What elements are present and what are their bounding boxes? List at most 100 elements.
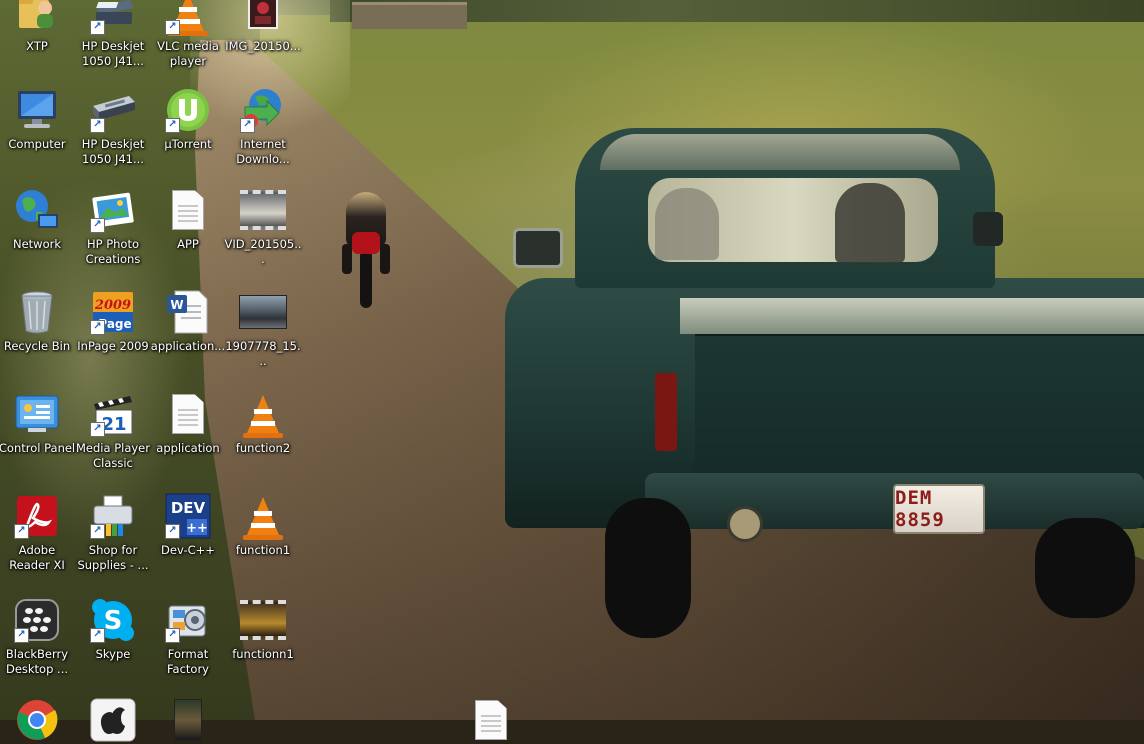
desktop-icon-label: Internet Downlo... [236,137,290,166]
svg-text:21: 21 [101,414,126,435]
desktop-icon-blackberry[interactable]: ↗ BlackBerry Desktop ... [0,596,76,677]
shortcut-arrow-icon: ↗ [165,524,180,539]
desktop-icon-hp-deskjet-2[interactable]: ↗ HP Deskjet 1050 J41... [74,86,152,167]
desktop-icon-chrome-partial[interactable] [0,696,76,744]
desktop-icon-label: HP Deskjet 1050 J41... [81,39,145,68]
desktop-icon-label: Control Panel [0,441,76,455]
shortcut-arrow-icon: ↗ [14,628,29,643]
svg-text:2009: 2009 [94,298,131,313]
shortcut-arrow-icon: ↗ [240,118,255,133]
recycle-bin-icon [13,288,61,336]
svg-text:DEV: DEV [171,499,206,517]
desktop-icon-internet-download-manager[interactable]: ↗ Internet Downlo... [224,86,302,167]
desktop-icon-label: function1 [235,543,291,557]
word-doc-icon: W [164,288,212,336]
desktop-icon-photo-partial[interactable] [149,696,227,744]
desktop-icon-apple-partial[interactable] [74,696,152,744]
desktop-icon-label: APP [177,237,199,251]
desktop-icon-app[interactable]: APP [149,186,227,252]
scanner-icon: ↗ [89,86,137,134]
skype-icon: S ↗ [89,596,137,644]
shortcut-arrow-icon: ↗ [14,524,29,539]
shortcut-arrow-icon: ↗ [90,320,105,335]
svg-text:W: W [170,298,183,312]
photo-thumbnail-icon [239,288,287,336]
desktop-icon-label: 1907778_15... [225,339,301,368]
shortcut-arrow-icon: ↗ [165,118,180,133]
desktop-icon-shop-for-supplies[interactable]: ↗ Shop for Supplies - ... [74,492,152,573]
desktop-icon-recycle-bin[interactable]: Recycle Bin [0,288,76,354]
desktop-icon-vid-201505[interactable]: VID_201505... [224,186,302,267]
desktop-icon-hp-photo-creations[interactable]: ↗ HP Photo Creations [74,186,152,267]
desktop-icon-file-partial[interactable] [452,696,530,744]
desktop-icon-media-player-classic[interactable]: 21 ↗ Media Player Classic [74,390,152,471]
network-globe-icon [13,186,61,234]
image-file-icon [239,0,287,36]
photo-icon: ↗ [89,186,137,234]
desktop-icon-inpage-2009[interactable]: 2009 Page ↗ InPage 2009 [74,288,152,354]
desktop-icon-application[interactable]: application [149,390,227,456]
shortcut-arrow-icon: ↗ [90,118,105,133]
shortcut-arrow-icon: ↗ [90,524,105,539]
desktop-icon-function2[interactable]: function2 [224,390,302,456]
desktop-icon-label: Recycle Bin [3,339,71,353]
inpage-icon: 2009 Page ↗ [89,288,137,336]
desktop-icon-label: VLC media player [157,39,219,68]
shortcut-arrow-icon: ↗ [90,422,105,437]
dev-cpp-icon: DEV ++ ↗ [164,492,212,540]
desktop-icon-label: application... [150,339,226,353]
blackberry-icon: ↗ [13,596,61,644]
svg-text:++: ++ [186,521,208,536]
adobe-reader-icon: ↗ [13,492,61,540]
photo-thumbnail-icon [164,696,212,744]
vlc-cone-icon: ↗ [164,0,212,36]
desktop-icon-label: functionn1 [232,647,294,661]
shortcut-arrow-icon: ↗ [90,218,105,233]
computer-icon [13,86,61,134]
hp-supplies-icon: ↗ [89,492,137,540]
desktop-icon-label: Skype [95,647,131,661]
desktop-icon-label: VID_201505... [224,237,302,266]
desktop-icon-label: IMG_20150... [225,39,301,53]
idm-globe-icon: ↗ [239,86,287,134]
desktop-icon-label: HP Deskjet 1050 J41... [81,137,145,166]
desktop-icon-control-panel[interactable]: Control Panel [0,390,76,456]
text-file-icon [467,696,515,744]
desktop-icon-functionn1[interactable]: functionn1 [224,596,302,662]
printer-icon: ↗ [89,0,137,36]
desktop-icon-xtp[interactable]: XTP [0,0,76,54]
desktop-icon-utorrent[interactable]: ↗ µTorrent [149,86,227,152]
desktop-icon-label: HP Photo Creations [85,237,141,266]
format-factory-icon: ↗ [164,596,212,644]
desktop: XTP Computer Network Recycle Bin Control… [0,0,1144,742]
desktop-icon-dev-cpp[interactable]: DEV ++ ↗ Dev-C++ [149,492,227,558]
desktop-icon-vlc[interactable]: ↗ VLC media player [149,0,227,69]
vlc-cone-icon [239,492,287,540]
desktop-icon-format-factory[interactable]: ↗ Format Factory [149,596,227,677]
desktop-icon-adobe-reader[interactable]: ↗ Adobe Reader XI [0,492,76,573]
desktop-icon-label: Dev-C++ [161,543,215,557]
media-player-classic-icon: 21 ↗ [89,390,137,438]
shortcut-arrow-icon: ↗ [165,20,180,35]
desktop-icon-img-2015[interactable]: IMG_20150... [224,0,302,54]
desktop-icon-label: Media Player Classic [76,441,150,470]
desktop-icon-computer[interactable]: Computer [0,86,76,152]
utorrent-icon: ↗ [164,86,212,134]
desktop-icon-label: application [156,441,220,455]
desktop-icon-application-doc[interactable]: W application... [149,288,227,354]
vlc-cone-icon [239,390,287,438]
desktop-icon-network[interactable]: Network [0,186,76,252]
desktop-icon-hp-deskjet-1[interactable]: ↗ HP Deskjet 1050 J41... [74,0,152,69]
text-file-icon [164,390,212,438]
desktop-icon-label: function2 [235,441,291,455]
desktop-icon-label: Adobe Reader XI [9,543,65,572]
apple-icon [89,696,137,744]
shortcut-arrow-icon: ↗ [165,628,180,643]
desktop-icon-label: Format Factory [166,647,209,676]
desktop-icon-skype[interactable]: S ↗ Skype [74,596,152,662]
desktop-icon-label: Computer [8,137,66,151]
desktop-icon-function1[interactable]: function1 [224,492,302,558]
desktop-icon-photo-1907778[interactable]: 1907778_15... [224,288,302,369]
shortcut-arrow-icon: ↗ [90,20,105,35]
desktop-icon-label: µTorrent [164,137,212,151]
